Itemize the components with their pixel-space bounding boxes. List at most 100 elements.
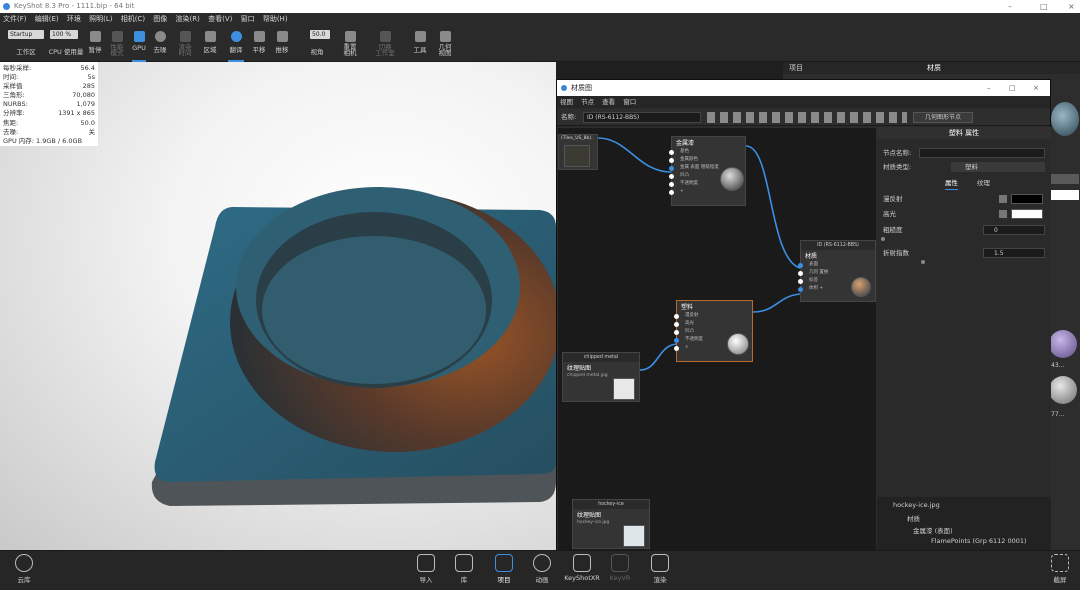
node-port[interactable]: 表面: [798, 261, 875, 269]
diffuse-color-swatch[interactable]: [1011, 194, 1043, 204]
screenshot-label: 截屏: [1053, 576, 1067, 584]
menu-camera[interactable]: 相机(C): [118, 13, 148, 26]
render-button[interactable]: 渲染: [642, 554, 678, 584]
menu-bar: 文件(F) 编辑(E) 环境 照明(L) 相机(C) 图像 渲染(R) 查看(V…: [0, 13, 1080, 26]
keyshot-logo-icon: [561, 85, 567, 91]
material-graph-toolbar: 名称: ID (RS-6112-BBS) 几何图形节点: [557, 109, 1050, 126]
roughness-field[interactable]: 0: [983, 225, 1045, 235]
keyshotxr-button[interactable]: KeyShotXR: [564, 554, 600, 582]
stat-row: GPU 内存: 1.9GB / 6.0GB: [3, 137, 95, 146]
node-title: 塑料: [681, 304, 694, 311]
panel-swatch: [1051, 174, 1079, 184]
menu-help[interactable]: 帮助(H): [260, 13, 291, 26]
screenshot-button[interactable]: 截屏: [1042, 554, 1078, 584]
texture-slot-icon[interactable]: [999, 210, 1007, 218]
animation-button[interactable]: 动画: [524, 554, 560, 584]
tree-item[interactable]: FlamePoints (Grp 6112 0001): [931, 537, 1047, 545]
rotate-button[interactable]: 翻译: [226, 26, 246, 62]
node-port[interactable]: 金属颜色: [669, 156, 745, 164]
render-time-button[interactable]: 渲染 时间: [172, 26, 198, 62]
menu-lighting[interactable]: 照明(L): [86, 13, 115, 26]
menu-view[interactable]: 查看(V): [205, 13, 235, 26]
library-ball-grey[interactable]: [1049, 376, 1077, 404]
tree-item[interactable]: 材质: [907, 513, 920, 523]
import-button[interactable]: 导入: [408, 554, 444, 584]
tools-icon: [414, 31, 426, 42]
tree-item[interactable]: 金属漆 (表面): [913, 525, 953, 535]
node-port[interactable]: 高光: [674, 320, 752, 328]
maximize-icon[interactable]: □: [1009, 80, 1016, 96]
library-ball-purple[interactable]: [1049, 330, 1077, 358]
stat-key: 三角形:: [3, 91, 25, 100]
gpu-button[interactable]: GPU: [130, 26, 148, 62]
mat-menu-window[interactable]: 窗口: [620, 98, 639, 106]
roughness-row: 粗糙度 0: [877, 224, 1051, 241]
specular-color-swatch[interactable]: [1011, 209, 1043, 219]
node-port[interactable]: 漫反射: [674, 312, 752, 320]
close-icon[interactable]: ×: [1068, 0, 1075, 13]
performance-mode-button[interactable]: 性能 模式: [106, 26, 128, 62]
pause-button[interactable]: 暂停: [86, 26, 104, 62]
texture-slot-icon[interactable]: [999, 195, 1007, 203]
roughness-slider-handle[interactable]: [881, 237, 885, 241]
tab-texture[interactable]: 纹理: [977, 177, 990, 189]
material-name-field[interactable]: ID (RS-6112-BBS): [583, 112, 701, 123]
gpu-icon: [133, 31, 145, 42]
graph-tool-icons[interactable]: [707, 112, 907, 123]
mat-menu-view[interactable]: 视图: [557, 98, 576, 106]
node-graph-canvas[interactable]: (Tiles_US_8b).. 金属漆 基色 金属颜色 金属 表面 粗糙程度 凹…: [558, 128, 876, 551]
maximize-icon[interactable]: □: [1040, 0, 1048, 13]
switch-studio-button[interactable]: 切换 工作室: [372, 26, 398, 62]
minimize-icon[interactable]: –: [1008, 0, 1012, 13]
menu-edit[interactable]: 编辑(E): [32, 13, 62, 26]
pan-button[interactable]: 平移: [249, 26, 269, 62]
ior-field[interactable]: 1.5: [983, 248, 1045, 258]
metal-paint-node[interactable]: 金属漆 基色 金属颜色 金属 表面 粗糙程度 凹凸 不透明度 +: [669, 136, 746, 206]
menu-render[interactable]: 渲染(R): [173, 13, 203, 26]
minimize-icon[interactable]: –: [987, 80, 991, 96]
denoise-icon: [154, 31, 166, 42]
tools-button[interactable]: 工具: [410, 26, 430, 62]
texture-node-tiles[interactable]: (Tiles_US_8b)..: [558, 134, 598, 170]
menu-environment[interactable]: 环境: [64, 13, 84, 26]
project-button[interactable]: 项目: [486, 554, 522, 584]
node-title: 材质: [805, 253, 818, 260]
tab-properties[interactable]: 属性: [945, 177, 958, 190]
menu-window[interactable]: 窗口: [238, 13, 258, 26]
geometry-node-button[interactable]: 几何图形节点: [913, 112, 973, 123]
stat-row: 焦距: 50.0: [3, 119, 95, 128]
workspace-label-box: 工作区: [8, 26, 44, 62]
node-port[interactable]: 几何 置换: [798, 269, 875, 277]
denoise-button[interactable]: 去噪: [150, 26, 170, 62]
dolly-button[interactable]: 推移: [272, 26, 292, 62]
specular-row: 高光: [877, 208, 1051, 220]
reset-camera-button[interactable]: 重置 相机: [338, 26, 362, 62]
node-title: 纹理贴图: [567, 365, 592, 372]
cloud-library-button[interactable]: 云库: [6, 554, 42, 584]
tree-item[interactable]: hockey-ice.jpg: [893, 501, 940, 509]
menu-file[interactable]: 文件(F): [0, 13, 30, 26]
plastic-node[interactable]: 塑料 漫反射 高光 凹凸 不透明度 +: [674, 300, 753, 362]
node-port[interactable]: 基色: [669, 148, 745, 156]
tab-material[interactable]: 材质: [927, 62, 941, 74]
node-header: hockey-ice: [573, 500, 649, 509]
close-icon[interactable]: ×: [1033, 80, 1039, 96]
texture-node-chipped-metal[interactable]: chipped metal 纹理贴图 chipped metal.jpg: [562, 352, 640, 402]
stat-row: 采样值 285: [3, 82, 95, 91]
mat-menu-look[interactable]: 查看: [599, 98, 618, 106]
menu-image[interactable]: 图像: [150, 13, 170, 26]
region-button[interactable]: 区域: [200, 26, 220, 62]
tab-project[interactable]: 项目: [789, 62, 803, 74]
geometry-view-button[interactable]: 几何 视图: [434, 26, 456, 62]
mat-menu-node[interactable]: 节点: [578, 98, 597, 106]
material-preview-ball[interactable]: [1051, 102, 1079, 136]
library-button[interactable]: 库: [446, 554, 482, 584]
texture-node-hockey-ice[interactable]: hockey-ice 纹理贴图 hockey-ice.jpg: [572, 499, 650, 549]
material-output-node[interactable]: ID (RS-6112-BBS) 材质 表面 几何 置换 标签 体积 +: [798, 240, 876, 302]
keyvr-button[interactable]: KeyVR: [602, 554, 638, 582]
ior-slider-handle[interactable]: [921, 260, 925, 264]
texture-thumbnail: [613, 378, 635, 400]
panel-swatch-white: [1051, 190, 1079, 200]
material-type-select[interactable]: 塑料: [951, 162, 1045, 172]
node-name-field[interactable]: [919, 148, 1045, 158]
